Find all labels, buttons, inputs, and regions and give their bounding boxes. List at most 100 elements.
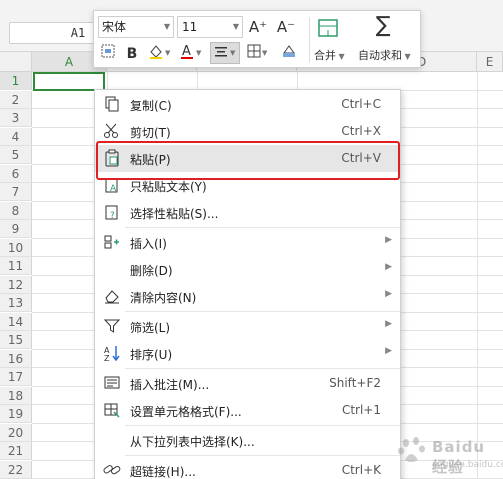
menu-separator	[125, 368, 400, 369]
sigma-icon[interactable]: ∑	[371, 15, 395, 43]
font-family-value: 宋体	[102, 20, 127, 34]
format-cells-icon	[103, 401, 121, 419]
menu-item-clear-contents[interactable]: 清除内容(N) ▶	[95, 283, 400, 310]
svg-text:▼: ▼	[165, 49, 171, 57]
menu-item-sort[interactable]: AZ 排序(U) ▶	[95, 340, 400, 367]
row-header[interactable]: 12	[0, 275, 32, 294]
row-header[interactable]: 1	[0, 72, 32, 90]
row-header[interactable]: 7	[0, 183, 32, 201]
row-header[interactable]: 2	[0, 90, 32, 109]
menu-item-format-cells[interactable]: 设置单元格格式(F)... Ctrl+1	[95, 397, 400, 424]
row-header[interactable]: 21	[0, 442, 32, 460]
font-size-select[interactable]: 11 ▼	[177, 16, 243, 38]
borders-icon[interactable]: ▼	[244, 43, 272, 65]
paste-highlight-box	[96, 141, 400, 180]
row-header[interactable]: 15	[0, 331, 32, 349]
watermark-text: Baidu 经验	[432, 438, 486, 476]
column-header-e[interactable]: E	[477, 52, 503, 72]
menu-item-paste-special[interactable]: ? 选择性粘贴(S)...	[95, 199, 400, 226]
row-header[interactable]: 20	[0, 423, 32, 442]
menu-item-shortcut: Ctrl+1	[341, 403, 381, 417]
menu-item-hyperlink[interactable]: 超链接(H)... Ctrl+K	[95, 457, 400, 479]
row-header[interactable]: 14	[0, 312, 32, 331]
fill-color-icon[interactable]: ▼	[146, 43, 174, 65]
row-header[interactable]: 17	[0, 368, 32, 386]
mini-toolbar: 宋体 ▼ 11 ▼ A⁺ A⁻ B ▼ A ▼ ▼ ▼ 合并 ▼ ∑ 自动求和 ▼	[93, 10, 421, 68]
scissors-icon	[103, 122, 121, 140]
menu-item-label: 排序(U)	[130, 348, 173, 362]
menu-item-filter[interactable]: 筛选(L) ▶	[95, 313, 400, 340]
submenu-arrow-icon: ▶	[385, 346, 392, 356]
format-painter-icon[interactable]	[97, 43, 119, 65]
link-icon	[103, 461, 121, 479]
menu-item-shortcut: Ctrl+C	[341, 97, 381, 111]
row-header[interactable]: 5	[0, 146, 32, 164]
font-size-value: 11	[182, 20, 198, 34]
row-header[interactable]: 4	[0, 127, 32, 146]
svg-text:▼: ▼	[262, 49, 268, 57]
row-header[interactable]: 18	[0, 386, 32, 405]
merge-cells-icon[interactable]	[314, 17, 342, 45]
menu-item-label: 设置单元格格式(F)...	[130, 405, 242, 419]
menu-item-pick-from-list[interactable]: 从下拉列表中选择(K)...	[95, 427, 400, 454]
row-header[interactable]: 3	[0, 109, 32, 127]
baidu-watermark: Baidu 经验 jingyan.baidu.com	[394, 428, 503, 476]
font-color-icon[interactable]: A ▼	[178, 43, 206, 65]
menu-item-shortcut: Ctrl+X	[341, 124, 381, 138]
menu-item-insert-comment[interactable]: 插入批注(M)... Shift+F2	[95, 370, 400, 397]
svg-text:▼: ▼	[196, 49, 202, 57]
clear-format-icon[interactable]	[277, 43, 301, 65]
menu-item-shortcut: Shift+F2	[329, 376, 381, 390]
sort-icon: AZ	[103, 344, 121, 363]
watermark-subtext: jingyan.baidu.com	[432, 460, 503, 470]
row-header[interactable]: 10	[0, 238, 32, 257]
menu-item-label: 选择性粘贴(S)...	[130, 207, 219, 221]
menu-item-label: 复制(C)	[130, 99, 172, 113]
select-all-corner[interactable]	[0, 52, 32, 72]
filter-icon	[103, 317, 121, 335]
paste-special-icon: ?	[103, 203, 121, 221]
merge-button[interactable]: 合并 ▼	[314, 47, 345, 63]
submenu-arrow-icon: ▶	[385, 319, 392, 329]
submenu-arrow-icon: ▶	[385, 262, 392, 272]
chevron-down-icon: ▼	[232, 22, 239, 31]
menu-item-insert[interactable]: 插入(I) ▶	[95, 229, 400, 256]
row-header[interactable]: 9	[0, 220, 32, 238]
autosum-label: 自动求和	[358, 49, 402, 62]
decrease-font-icon[interactable]: A⁻	[274, 16, 298, 38]
menu-separator	[125, 455, 400, 456]
bold-button[interactable]: B	[122, 43, 142, 65]
increase-font-icon[interactable]: A⁺	[246, 16, 270, 38]
menu-item-delete[interactable]: 删除(D) ▶	[95, 256, 400, 283]
menu-item-label: 清除内容(N)	[130, 291, 197, 305]
row-header[interactable]: 16	[0, 349, 32, 368]
menu-separator	[125, 311, 400, 312]
autosum-button[interactable]: 自动求和 ▼	[358, 47, 411, 63]
menu-item-label: 从下拉列表中选择(K)...	[130, 435, 255, 449]
menu-item-label: 剪切(T)	[130, 126, 171, 140]
eraser-icon	[103, 287, 121, 305]
svg-text:A: A	[110, 184, 117, 194]
insert-icon	[103, 233, 121, 251]
svg-text:Z: Z	[104, 354, 110, 362]
font-family-select[interactable]: 宋体 ▼	[98, 16, 174, 38]
row-header[interactable]: 13	[0, 294, 32, 312]
menu-separator	[125, 425, 400, 426]
align-center-icon[interactable]: ▼	[210, 42, 240, 64]
row-header[interactable]: 8	[0, 201, 32, 220]
row-header[interactable]: 19	[0, 405, 32, 423]
menu-separator	[125, 227, 400, 228]
menu-item-label: 删除(D)	[130, 264, 173, 278]
copy-icon	[103, 95, 121, 113]
menu-item-shortcut: Ctrl+K	[341, 463, 381, 477]
menu-item-copy[interactable]: 复制(C) Ctrl+C	[95, 91, 400, 118]
svg-text:A: A	[182, 44, 191, 59]
menu-item-label: 插入批注(M)...	[130, 378, 210, 392]
svg-text:▼: ▼	[230, 49, 236, 57]
row-header[interactable]: 6	[0, 164, 32, 183]
menu-item-label: 筛选(L)	[130, 321, 171, 335]
menu-item-label: 超链接(H)...	[130, 465, 196, 479]
row-header[interactable]: 11	[0, 257, 32, 275]
row-header[interactable]: 22	[0, 460, 32, 479]
baidu-paw-icon	[398, 437, 425, 462]
